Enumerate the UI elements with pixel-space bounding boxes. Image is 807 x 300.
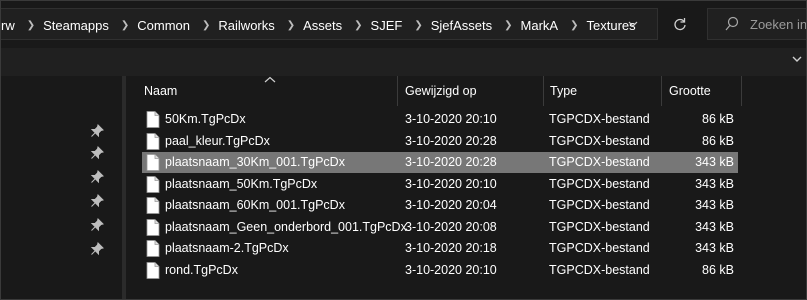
file-list: Naam Gewijzigd op Type Grootte 50Km.TgPc… xyxy=(126,76,807,300)
chevron-down-icon xyxy=(628,21,638,27)
table-row[interactable]: 50Km.TgPcDx 3-10-2020 20:10 TGPCDX-bestand… xyxy=(142,109,738,130)
chevron-right-icon[interactable]: ❯ xyxy=(17,20,43,31)
pin-icon[interactable] xyxy=(90,170,104,184)
ribbon-strip xyxy=(0,48,807,76)
column-divider[interactable] xyxy=(661,76,662,106)
file-type: TGPCDX-bestand xyxy=(549,198,650,212)
breadcrumb-item[interactable]: SjefAssets xyxy=(431,18,494,33)
refresh-button[interactable] xyxy=(664,8,696,40)
file-modified: 3-10-2020 20:28 xyxy=(405,133,497,148)
file-modified: 3-10-2020 20:18 xyxy=(405,241,497,255)
table-row[interactable]: rond.TgPcDx 3-10-2020 20:10 TGPCDX-bestand… xyxy=(142,260,738,281)
file-size: 343 kB xyxy=(695,219,734,234)
breadcrumb-item[interactable]: SJEF xyxy=(371,18,405,33)
sort-up-icon xyxy=(264,76,276,83)
breadcrumb-item[interactable]: Railworks xyxy=(218,18,276,33)
file-name: paal_kleur.TgPcDx xyxy=(165,133,270,148)
breadcrumb-item[interactable]: Common xyxy=(137,18,192,33)
table-row[interactable]: plaatsnaam-2.TgPcDx 3-10-2020 20:18 TGPCDX… xyxy=(142,238,738,259)
column-header-modified[interactable]: Gewijzigd op xyxy=(405,76,477,106)
file-name: rond.TgPcDx xyxy=(165,262,238,277)
chevron-down-icon[interactable] xyxy=(790,52,804,66)
breadcrumb: rw ❯ Steamapps ❯ Common ❯ Railworks ❯ As… xyxy=(1,10,638,40)
file-size: 343 kB xyxy=(695,176,734,191)
table-row[interactable]: plaatsnaam_Geen_onderbord_001.TgPcDx 3-10… xyxy=(142,217,738,238)
file-size: 343 kB xyxy=(695,198,734,212)
file-icon xyxy=(146,154,160,171)
file-type: TGPCDX-bestand xyxy=(549,133,650,148)
column-divider[interactable] xyxy=(543,76,544,106)
search-placeholder: Zoeken in xyxy=(750,17,807,32)
file-size: 86 kB xyxy=(702,262,734,277)
column-header-size[interactable]: Grootte xyxy=(669,76,711,106)
file-name: plaatsnaam_50Km.TgPcDx xyxy=(165,176,318,191)
file-size: 343 kB xyxy=(695,155,734,169)
file-type: TGPCDX-bestand xyxy=(549,112,650,126)
file-modified: 3-10-2020 20:10 xyxy=(405,176,497,191)
address-bar[interactable]: rw ❯ Steamapps ❯ Common ❯ Railworks ❯ As… xyxy=(0,8,658,40)
file-modified: 3-10-2020 20:10 xyxy=(405,112,497,126)
column-header-type[interactable]: Type xyxy=(550,76,577,106)
refresh-icon xyxy=(674,18,686,31)
table-row[interactable]: paal_kleur.TgPcDx 3-10-2020 20:28 TGPCDX-b… xyxy=(142,131,738,152)
file-icon xyxy=(146,175,160,193)
address-history-button[interactable] xyxy=(623,17,643,31)
table-row[interactable]: plaatsnaam_60Km_001.TgPcDx 3-10-2020 20:0… xyxy=(142,195,738,216)
file-name: plaatsnaam_60Km_001.TgPcDx xyxy=(165,198,345,212)
file-name: plaatsnaam_30Km_001.TgPcDx xyxy=(165,155,345,169)
file-icon xyxy=(146,261,160,279)
chevron-right-icon[interactable]: ❯ xyxy=(494,20,520,31)
pin-icon[interactable] xyxy=(90,242,104,256)
file-name: 50Km.TgPcDx xyxy=(165,112,246,126)
file-size: 86 kB xyxy=(702,112,734,126)
breadcrumb-item[interactable]: MarkA xyxy=(521,18,561,33)
file-icon xyxy=(146,132,160,150)
breadcrumb-item[interactable]: rw xyxy=(1,18,17,33)
file-icon xyxy=(146,111,160,128)
table-row[interactable]: plaatsnaam_50Km.TgPcDx 3-10-2020 20:10 TGP… xyxy=(142,174,738,195)
file-icon xyxy=(146,197,160,214)
column-divider[interactable] xyxy=(741,76,742,106)
column-header-name[interactable]: Naam xyxy=(144,76,177,106)
pin-icon[interactable] xyxy=(90,146,104,160)
pin-icon[interactable] xyxy=(90,194,104,208)
file-type: TGPCDX-bestand xyxy=(549,219,650,234)
file-modified: 3-10-2020 20:04 xyxy=(405,198,497,212)
file-type: TGPCDX-bestand xyxy=(549,241,650,255)
chevron-right-icon[interactable]: ❯ xyxy=(192,20,218,31)
pin-icon[interactable] xyxy=(90,218,104,232)
breadcrumb-item[interactable]: Assets xyxy=(303,18,344,33)
address-bar-row: rw ❯ Steamapps ❯ Common ❯ Railworks ❯ As… xyxy=(0,0,807,48)
chevron-right-icon[interactable]: ❯ xyxy=(560,20,586,31)
column-divider[interactable] xyxy=(397,76,398,106)
file-size: 343 kB xyxy=(695,241,734,255)
breadcrumb-item[interactable]: Steamapps xyxy=(43,18,111,33)
file-type: TGPCDX-bestand xyxy=(549,155,650,169)
chevron-right-icon[interactable]: ❯ xyxy=(404,20,430,31)
file-icon xyxy=(146,218,160,236)
file-type: TGPCDX-bestand xyxy=(549,176,650,191)
file-name: plaatsnaam_Geen_onderbord_001.TgPcDx xyxy=(165,219,407,234)
chevron-right-icon[interactable]: ❯ xyxy=(277,20,303,31)
file-modified: 3-10-2020 20:08 xyxy=(405,219,497,234)
file-modified: 3-10-2020 20:10 xyxy=(405,262,497,277)
file-modified: 3-10-2020 20:28 xyxy=(405,155,497,169)
pin-icon[interactable] xyxy=(90,124,104,138)
chevron-right-icon[interactable]: ❯ xyxy=(111,20,137,31)
navigation-pane xyxy=(0,76,122,300)
file-type: TGPCDX-bestand xyxy=(549,262,650,277)
chevron-right-icon[interactable]: ❯ xyxy=(344,20,370,31)
search-icon xyxy=(725,16,739,31)
file-icon xyxy=(146,240,160,257)
file-name: plaatsnaam-2.TgPcDx xyxy=(165,241,289,255)
table-row[interactable]: plaatsnaam_30Km_001.TgPcDx 3-10-2020 20:2… xyxy=(142,152,738,173)
file-size: 86 kB xyxy=(702,133,734,148)
search-input[interactable]: Zoeken in xyxy=(707,8,807,40)
